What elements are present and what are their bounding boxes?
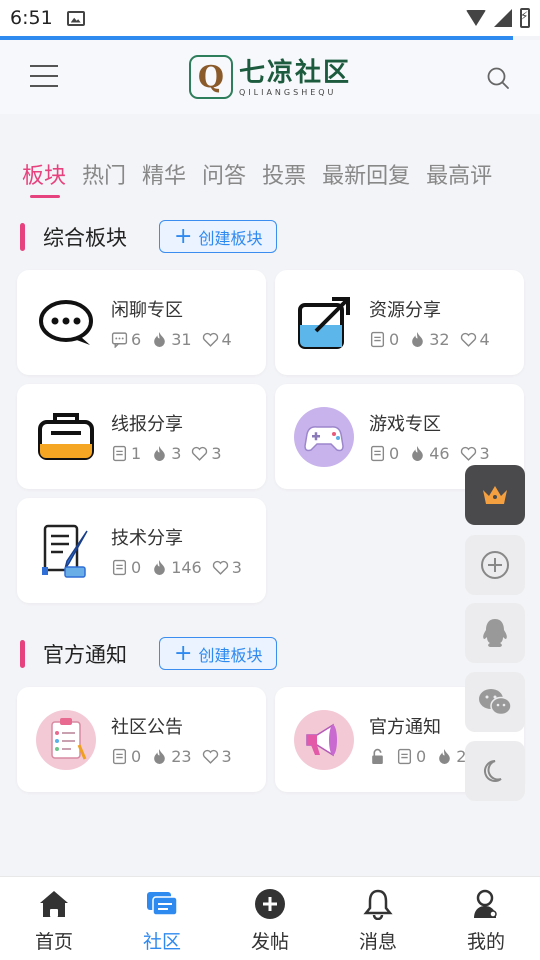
flame-icon (439, 749, 450, 764)
gamepad-icon (293, 406, 355, 468)
wechat-button[interactable] (465, 672, 525, 732)
dark-mode-button[interactable] (465, 741, 525, 801)
logo-mark: Q (188, 55, 233, 99)
flame-icon (154, 749, 165, 764)
post-add-icon (253, 887, 287, 921)
status-time: 6:51 (10, 7, 53, 29)
comment-icon (111, 332, 128, 348)
status-bar: 6:51 (0, 0, 540, 36)
add-button[interactable] (465, 535, 525, 595)
board-name: 社区公告 (111, 717, 183, 738)
tab-vote[interactable]: 投票 (262, 158, 306, 196)
bottom-nav: 首页 社区 发帖 消息 我的 (0, 876, 540, 960)
plus-icon: + (174, 223, 193, 249)
board-card-announcement[interactable]: 社区公告 0 23 3 (17, 687, 266, 792)
board-name: 线报分享 (111, 414, 183, 435)
board-card-tech[interactable]: 技术分享 0 146 3 (17, 498, 266, 603)
create-board-button[interactable]: + 创建板块 (159, 637, 278, 670)
tab-boards[interactable]: 板块 (22, 158, 66, 198)
nav-profile[interactable]: 我的 (432, 877, 540, 960)
tab-featured[interactable]: 精华 (142, 158, 186, 196)
nav-messages[interactable]: 消息 (324, 877, 432, 960)
flame-icon (412, 446, 423, 461)
document-icon (112, 748, 127, 765)
battery-icon (520, 8, 530, 28)
document-icon (112, 445, 127, 462)
gallery-icon (66, 10, 85, 26)
heart-icon (192, 446, 208, 461)
wechat-icon (479, 689, 512, 716)
share-arrow-icon (293, 292, 355, 354)
flame-icon (154, 560, 165, 575)
document-icon (370, 445, 385, 462)
clipboard-icon (35, 709, 97, 771)
heart-icon (460, 446, 476, 461)
heart-icon (202, 332, 218, 347)
profile-icon (469, 887, 503, 921)
crown-button[interactable] (465, 465, 525, 525)
flame-icon (154, 332, 165, 347)
board-name: 官方通知 (369, 717, 441, 738)
logo-subtitle: QILIANGSHEQU (238, 87, 337, 97)
megaphone-icon (293, 709, 355, 771)
nav-community[interactable]: 社区 (108, 877, 216, 960)
board-name: 游戏专区 (369, 414, 441, 435)
inbox-tray-icon (35, 406, 97, 468)
app-logo[interactable]: Q 七凉社区 QILIANGSHEQU (188, 55, 351, 99)
heart-icon (460, 332, 476, 347)
bell-icon (361, 887, 395, 921)
nav-post[interactable]: 发帖 (216, 877, 324, 960)
tab-qa[interactable]: 问答 (202, 158, 246, 196)
tab-top-rated[interactable]: 最高评 (426, 158, 492, 196)
nav-home[interactable]: 首页 (0, 877, 108, 960)
tab-hot[interactable]: 热门 (82, 158, 126, 196)
add-circle-icon (481, 551, 509, 579)
app-header: Q 七凉社区 QILIANGSHEQU (0, 40, 540, 114)
flame-icon (412, 332, 423, 347)
status-indicators (466, 8, 530, 28)
chat-bubble-icon (35, 292, 97, 354)
board-name: 闲聊专区 (111, 300, 183, 321)
flame-icon (154, 446, 165, 461)
section-title: 综合板块 (43, 225, 127, 250)
board-name: 资源分享 (369, 300, 441, 321)
section-title: 官方通知 (43, 642, 127, 667)
signal-icon (494, 9, 512, 27)
menu-icon[interactable] (30, 65, 58, 87)
moon-icon (484, 760, 502, 782)
category-tabs: 板块 热门 精华 问答 投票 最新回复 最高评 (22, 158, 492, 198)
section-header-general: 综合板块 + 创建板块 (20, 220, 278, 253)
community-icon (145, 887, 179, 921)
board-name: 技术分享 (111, 528, 183, 549)
section-header-official: 官方通知 + 创建板块 (20, 637, 278, 670)
document-icon (370, 331, 385, 348)
plus-icon: + (174, 640, 193, 666)
logo-title: 七凉社区 (238, 57, 351, 88)
board-card-resources[interactable]: 资源分享 0 32 4 (275, 270, 524, 375)
heart-icon (212, 560, 228, 575)
home-icon (37, 887, 71, 921)
board-card-deals[interactable]: 线报分享 1 3 3 (17, 384, 266, 489)
qq-button[interactable] (465, 603, 525, 663)
wifi-icon (466, 10, 486, 26)
heart-icon (202, 749, 218, 764)
document-icon (112, 559, 127, 576)
search-icon[interactable] (486, 66, 510, 90)
crown-icon (483, 486, 507, 504)
board-card-chat[interactable]: 闲聊专区 6 31 4 (17, 270, 266, 375)
document-pen-icon (35, 520, 97, 582)
document-icon (397, 748, 412, 765)
create-board-button[interactable]: + 创建板块 (159, 220, 278, 253)
tab-latest-reply[interactable]: 最新回复 (322, 158, 410, 196)
lock-icon (372, 748, 383, 764)
qq-icon (483, 619, 507, 647)
